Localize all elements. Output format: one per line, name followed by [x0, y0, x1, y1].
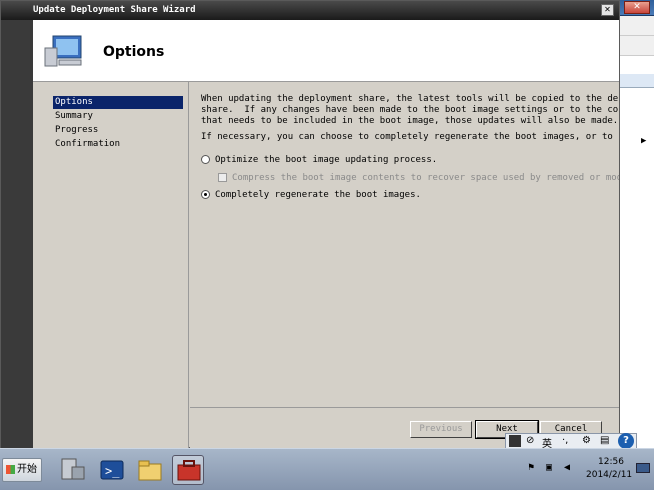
wizard-steps-nav: Options Summary Progress Confirmation: [33, 82, 189, 448]
optimize-radio[interactable]: [201, 155, 210, 164]
server-manager-icon[interactable]: [56, 455, 88, 485]
actions-header: [619, 74, 654, 88]
wizard-title: Update Deployment Share Wizard: [33, 5, 196, 15]
previous-button[interactable]: Previous: [410, 421, 472, 438]
compress-label: Compress the boot image contents to reco…: [232, 173, 619, 183]
regenerate-label[interactable]: Completely regenerate the boot images.: [215, 190, 421, 200]
help-icon[interactable]: ?: [618, 433, 634, 449]
optimize-label[interactable]: Optimize the boot image updating process…: [215, 155, 437, 165]
system-tray: ⚑ ▣ ◀: [520, 448, 654, 490]
ime-status-icon[interactable]: ⊘: [526, 435, 534, 446]
background-actions-pane: ▶: [618, 56, 654, 448]
compress-checkbox[interactable]: [218, 173, 227, 182]
wizard-close-button[interactable]: ✕: [601, 4, 614, 16]
network-icon[interactable]: ▣: [546, 462, 552, 473]
volume-icon[interactable]: ◀: [564, 462, 570, 473]
file-explorer-icon[interactable]: [134, 455, 166, 485]
flag-icon[interactable]: ⚑: [528, 462, 534, 473]
background-close-button[interactable]: ✕: [624, 1, 650, 14]
settings-icon[interactable]: ⚙: [582, 435, 591, 446]
wizard-header: Options: [33, 20, 619, 82]
show-desktop-icon[interactable]: [636, 463, 650, 473]
wizard-left-frame: [1, 20, 33, 448]
start-label: 开始: [17, 464, 37, 475]
clock-time[interactable]: 12:56: [598, 457, 624, 467]
punctuation-icon[interactable]: ·,: [562, 435, 568, 446]
update-deployment-share-wizard: Update Deployment Share Wizard ✕ Options…: [0, 0, 620, 448]
expand-arrow-icon[interactable]: ▶: [641, 136, 646, 146]
clock-date[interactable]: 2014/2/11: [586, 470, 632, 480]
start-button[interactable]: 开始: [2, 458, 42, 482]
ime-icon[interactable]: [509, 435, 521, 447]
nav-item-progress[interactable]: Progress: [53, 124, 183, 137]
description-text: When updating the deployment share, the …: [201, 94, 619, 126]
nav-item-options[interactable]: Options: [53, 96, 183, 109]
deployment-workbench-icon[interactable]: [172, 455, 204, 485]
powershell-icon[interactable]: >_: [96, 455, 128, 485]
page-title: Options: [103, 44, 165, 60]
nav-item-confirmation[interactable]: Confirmation: [53, 138, 183, 151]
wizard-titlebar[interactable]: Update Deployment Share Wizard ✕: [1, 1, 619, 20]
wizard-content: When updating the deployment share, the …: [190, 82, 619, 407]
description-text-2: If necessary, you can choose to complete…: [201, 132, 619, 142]
keyboard-icon[interactable]: ▤: [600, 435, 609, 446]
svg-text:>_: >_: [105, 464, 120, 478]
computer-icon: [44, 35, 82, 67]
regenerate-radio[interactable]: [201, 190, 210, 199]
nav-item-summary[interactable]: Summary: [53, 110, 183, 123]
windows-flag-icon: [6, 465, 15, 474]
